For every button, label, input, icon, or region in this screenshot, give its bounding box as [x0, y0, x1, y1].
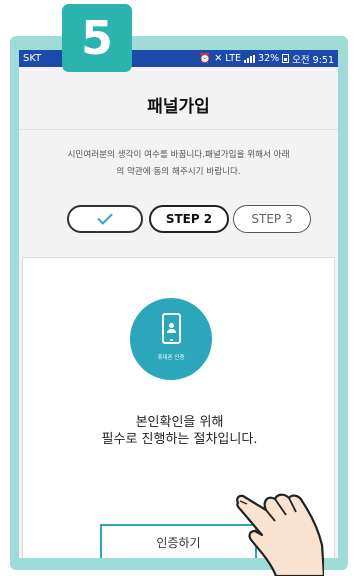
network-label: LTE — [225, 53, 242, 64]
battery-percent: 32% — [258, 53, 280, 64]
header-divider — [19, 129, 338, 130]
mute-icon: ✕ — [214, 53, 223, 64]
step-3-upcoming: STEP 3 — [233, 205, 311, 233]
carrier-label: SKT — [23, 53, 42, 64]
description-line-2: 의 약관에 동의 해주시기 바랍니다. — [116, 167, 241, 177]
verification-message: 본인확인을 위해 필수로 진행하는 절차입니다. — [23, 414, 336, 448]
signal-icon — [244, 54, 256, 63]
step-indicator: STEP 2 STEP 3 — [19, 205, 338, 237]
pointing-hand-icon — [236, 493, 324, 576]
battery-icon — [282, 54, 290, 63]
page-description: 시민여러분의 생각이 여수를 바꿉니다.패널가입을 위해서 아래 의 약관에 동… — [25, 147, 332, 181]
verification-message-line-2: 필수로 진행하는 절차입니다. — [101, 432, 258, 447]
mobile-verification-badge: 휴대폰 인증 — [130, 298, 212, 380]
status-indicators: ⏰ ✕ LTE 32% 오전 9:51 — [199, 52, 334, 66]
step-2-current: STEP 2 — [149, 205, 229, 233]
smartphone-icon — [162, 313, 181, 344]
verification-message-line-1: 본인확인을 위해 — [135, 415, 224, 430]
alarm-icon: ⏰ — [199, 53, 212, 64]
clock: 오전 9:51 — [292, 54, 334, 66]
check-icon — [97, 209, 113, 225]
step-1-completed — [67, 205, 143, 233]
description-line-1: 시민여러분의 생각이 여수를 바꿉니다.패널가입을 위해서 아래 — [67, 150, 290, 160]
page-title: 패널가입 — [147, 97, 210, 117]
mobile-verification-label: 휴대폰 인증 — [157, 355, 185, 361]
step-number-badge: 5 — [62, 4, 132, 72]
